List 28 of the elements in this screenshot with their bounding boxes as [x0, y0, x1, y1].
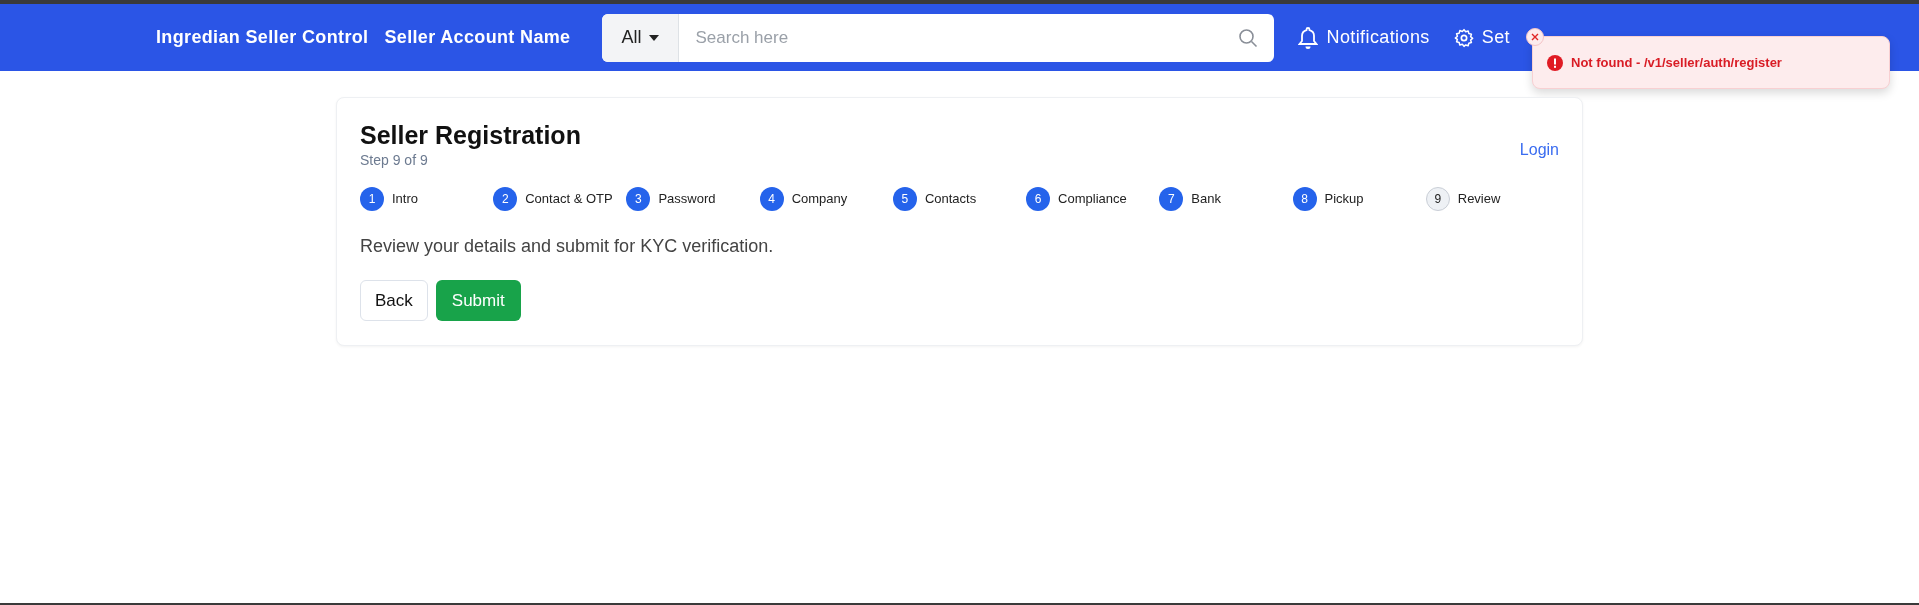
- search-field[interactable]: All Search here: [602, 13, 1275, 62]
- nav-item[interactable]: Notifications: [1298, 24, 1430, 51]
- step-item[interactable]: 1 Intro: [360, 187, 494, 211]
- bell-icon: [1298, 25, 1319, 50]
- step-item[interactable]: 2 Contact & OTP: [493, 187, 627, 211]
- step-item[interactable]: 4 Company: [759, 187, 893, 211]
- step-item[interactable]: 6 Compliance: [1026, 187, 1160, 211]
- step-item[interactable]: 3 Password: [626, 187, 760, 211]
- error-message: Not found - /v1/seller/auth/register: [1571, 53, 1782, 72]
- page-title: Seller Registration: [360, 120, 581, 150]
- scope-dropdown[interactable]: All: [602, 13, 680, 62]
- settings-icon: [1453, 27, 1474, 48]
- step-item[interactable]: 7 Bank: [1159, 187, 1293, 211]
- back-button[interactable]: Back: [360, 280, 428, 321]
- account-name: Seller Account Name: [384, 26, 571, 49]
- step-counter: Step 9 of 9: [360, 151, 429, 170]
- close-icon: [1531, 33, 1539, 41]
- instruction-text: Review your details and submit for KYC verification.: [360, 235, 775, 258]
- error-icon: [1547, 54, 1563, 71]
- step-item[interactable]: 9 Review: [1425, 187, 1559, 211]
- login-link[interactable]: Login: [1519, 138, 1559, 162]
- caret-icon: [649, 34, 660, 41]
- search-icon: [1238, 27, 1259, 48]
- nav-item[interactable]: Set: [1453, 24, 1558, 51]
- brand-title: Ingredian Seller Control: [156, 26, 369, 49]
- close-button[interactable]: [1526, 28, 1544, 46]
- step-item[interactable]: 8 Pickup: [1292, 187, 1426, 211]
- step-item[interactable]: 5 Contacts: [892, 187, 1027, 211]
